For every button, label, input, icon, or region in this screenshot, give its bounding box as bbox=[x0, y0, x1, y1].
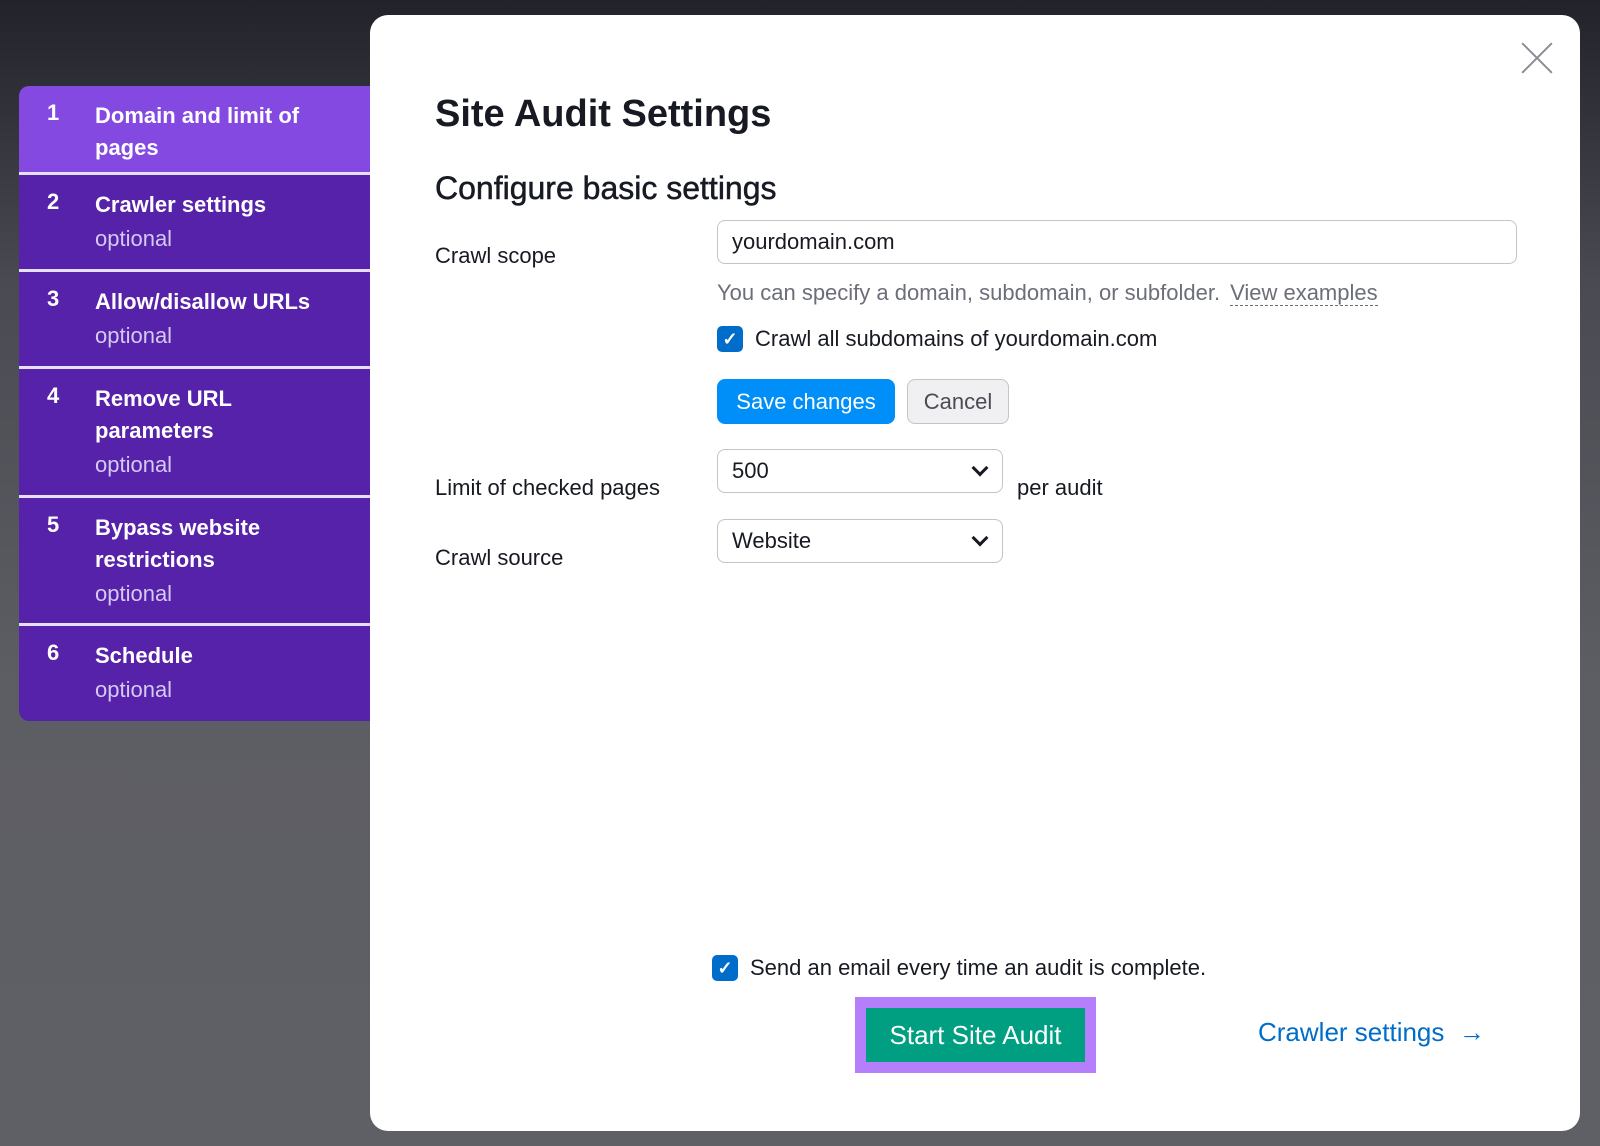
limit-value: 500 bbox=[732, 458, 769, 483]
source-value: Website bbox=[732, 528, 812, 553]
hint-text: You can specify a domain, subdomain, or … bbox=[717, 280, 1221, 305]
limit-label: Limit of checked pages bbox=[435, 475, 661, 500]
limit-select[interactable]: 500 bbox=[717, 449, 1003, 493]
step-title: Allow/disallow URLs bbox=[95, 289, 311, 314]
start-highlight: Start Site Audit bbox=[855, 997, 1096, 1073]
step-bypass[interactable]: 5 Bypass website restrictions optional bbox=[19, 498, 371, 626]
step-domain[interactable]: 1 Domain and limit of pages bbox=[19, 86, 371, 175]
step-number: 4 bbox=[47, 383, 60, 408]
subdomains-label: Crawl all subdomains of yourdomain.com bbox=[755, 326, 1158, 351]
step-optional: optional bbox=[95, 226, 173, 251]
crawler-settings-text: Crawler settings bbox=[1258, 1017, 1445, 1047]
step-optional: optional bbox=[95, 581, 173, 606]
step-number: 2 bbox=[47, 189, 60, 214]
steps-sidebar: 1 Domain and limit of pages 2 Crawler sett… bbox=[19, 86, 371, 721]
subdomains-checkbox[interactable]: ✓ bbox=[717, 326, 743, 352]
step-optional: optional bbox=[95, 452, 173, 477]
step-number: 6 bbox=[47, 640, 60, 665]
step-title: Bypass website restrictions bbox=[95, 515, 261, 572]
crawler-settings-link[interactable]: Crawler settings → bbox=[1258, 1017, 1485, 1048]
chevron-down-icon bbox=[971, 459, 989, 477]
arrow-right-icon: → bbox=[1458, 1017, 1485, 1047]
step-title: Remove URL parameters bbox=[95, 386, 232, 443]
step-number: 3 bbox=[47, 286, 60, 311]
save-changes-button[interactable]: Save changes bbox=[717, 379, 895, 424]
section-title: Configure basic settings bbox=[435, 170, 777, 207]
chevron-down-icon bbox=[971, 529, 989, 547]
step-allow-disallow[interactable]: 3 Allow/disallow URLs optional bbox=[19, 272, 371, 369]
step-optional: optional bbox=[95, 323, 173, 348]
close-icon[interactable] bbox=[1520, 41, 1554, 75]
modal-title: Site Audit Settings bbox=[435, 93, 772, 135]
step-title: Schedule bbox=[95, 643, 193, 668]
crawl-source-label: Crawl source bbox=[435, 545, 564, 570]
start-site-audit-button[interactable]: Start Site Audit bbox=[866, 1008, 1085, 1062]
crawl-scope-hint: You can specify a domain, subdomain, or … bbox=[717, 280, 1378, 306]
crawl-source-select[interactable]: Website bbox=[717, 519, 1003, 563]
step-schedule[interactable]: 6 Schedule optional bbox=[19, 626, 371, 721]
step-optional: optional bbox=[95, 677, 173, 702]
step-number: 5 bbox=[47, 512, 60, 537]
email-label: Send an email every time an audit is com… bbox=[750, 955, 1207, 980]
step-number: 1 bbox=[47, 100, 60, 125]
crawl-scope-label: Crawl scope bbox=[435, 243, 557, 268]
crawl-scope-input[interactable]: yourdomain.com bbox=[717, 220, 1517, 264]
step-remove-url-params[interactable]: 4 Remove URL parameters optional bbox=[19, 369, 371, 498]
settings-modal: Site Audit Settings Configure basic sett… bbox=[370, 15, 1580, 1131]
step-crawler-settings[interactable]: 2 Crawler settings optional bbox=[19, 175, 371, 272]
per-audit-label: per audit bbox=[1017, 475, 1103, 500]
step-title: Domain and limit of pages bbox=[95, 103, 300, 160]
view-examples-link[interactable]: View examples bbox=[1230, 280, 1378, 306]
step-title: Crawler settings bbox=[95, 192, 267, 217]
email-checkbox[interactable]: ✓ bbox=[712, 955, 738, 981]
cancel-button[interactable]: Cancel bbox=[907, 379, 1009, 424]
